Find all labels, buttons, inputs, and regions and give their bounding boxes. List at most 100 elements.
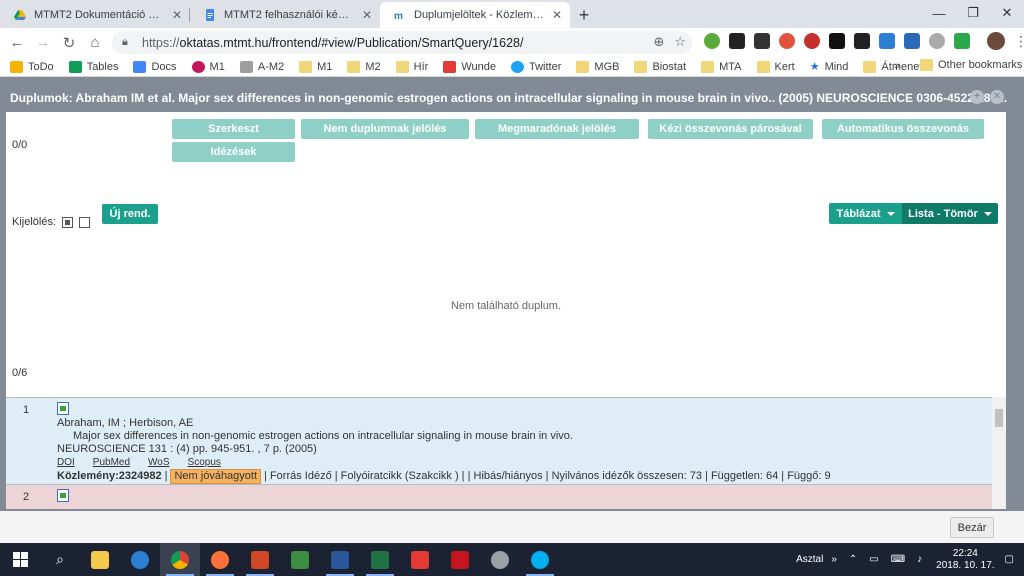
battery-icon[interactable]: ▭ [869,554,878,565]
taskbar-skype[interactable] [520,543,560,576]
bookmark-folder-hir[interactable]: Hír [395,60,428,73]
bookmark-tables[interactable]: Tables [68,60,118,73]
mark-keep-button[interactable]: Megmaradónak jelölés [475,119,639,139]
bookmark-folder-kert[interactable]: Kert [756,60,795,73]
volume-icon[interactable]: ♪ [917,554,922,565]
bookmark-docs[interactable]: Docs [133,60,177,73]
extension-pen-icon[interactable] [754,33,770,49]
records-scrollbar[interactable] [992,397,1006,509]
select-all-checkbox[interactable] [62,216,74,228]
taskbar-firefox[interactable] [200,543,240,576]
bookmark-a-m2[interactable]: A-M2 [239,60,284,73]
restore-icon[interactable]: ❐ [956,0,990,26]
taskbar-powerpoint[interactable] [240,543,280,576]
doi-link[interactable]: DOI [57,456,75,469]
home-icon[interactable]: ⌂ [82,30,108,56]
bookmarks-overflow-button[interactable]: » [894,60,900,72]
record-id: Közlemény:2324982 [57,470,162,482]
tab-mtmt2-manual[interactable]: MTMT2 felhasználói kézikönyv S ✕ [190,2,380,28]
profile-avatar[interactable] [987,32,1005,50]
app-icon [411,550,429,569]
taskbar-chrome[interactable] [160,543,200,576]
pubmed-link[interactable]: PubMed [93,456,130,469]
start-button[interactable] [0,543,40,576]
bookmark-m1[interactable]: M1 [191,60,225,73]
extension-play-icon[interactable] [804,33,820,49]
clock-time: 22:24 [952,547,978,559]
close-icon[interactable]: ✕ [172,8,182,22]
star-icon[interactable]: ☆ [674,34,686,50]
expand-icon[interactable]: + [970,90,984,104]
new-tab-button[interactable]: + [570,2,598,28]
minimize-icon[interactable]: — [922,0,956,26]
taskbar-app-tools[interactable] [480,543,520,576]
record-row[interactable]: 1 Abraham, IM ; Herbison, AE Major sex d… [6,397,992,484]
bookmark-wunde[interactable]: Wunde [443,60,496,73]
scopus-link[interactable]: Scopus [188,456,221,469]
browser-menu-icon[interactable]: ⋮ [1014,33,1024,50]
keyboard-icon[interactable]: ⌨ [891,554,905,565]
extension-red-icon[interactable] [779,33,795,49]
bookmark-folder-biostat[interactable]: Biostat [634,60,686,73]
close-button[interactable]: Bezár [950,517,994,538]
back-icon[interactable]: ← [4,30,30,56]
edit-button[interactable]: Szerkeszt [172,119,295,139]
mark-not-duplicate-button[interactable]: Nem duplumnak jelölés [301,119,469,139]
taskbar-explorer[interactable] [80,543,120,576]
extension-grid-icon[interactable] [904,33,920,49]
bookmark-folder-mta[interactable]: MTA [701,60,742,73]
close-window-icon[interactable]: ✕ [990,0,1024,26]
extension-headphones-icon[interactable] [929,33,945,49]
manual-merge-button[interactable]: Kézi összevonás párosával [648,119,813,139]
taskbar-acrobat[interactable] [440,543,480,576]
citations-button[interactable]: Idézések [172,142,295,162]
modal-footer: Bezár [0,511,1024,543]
select-none-checkbox[interactable] [79,216,91,228]
extension-check-icon[interactable] [954,33,970,49]
bookmark-folder-mgb[interactable]: MGB [576,60,619,73]
close-icon[interactable]: ✕ [990,90,1004,104]
reload-icon[interactable]: ↻ [56,30,82,56]
address-bar[interactable]: 🔒︎ https:// oktatas.mtmt.hu/frontend/#vi… [112,31,692,54]
taskbar-app-red[interactable] [400,543,440,576]
extension-g-icon[interactable] [829,33,845,49]
close-icon[interactable]: ✕ [362,8,372,22]
notifications-icon[interactable]: ▢ [1005,554,1014,565]
taskbar-app-blue[interactable] [120,543,160,576]
chevron-up-icon[interactable]: ⌃ [849,554,857,565]
auto-merge-button[interactable]: Automatikus összevonás [822,119,984,139]
taskbar-word[interactable] [320,543,360,576]
desktop-label[interactable]: Asztal [796,554,823,565]
bookmark-mind[interactable]: ★ Mind [810,60,849,74]
extension-tag-icon[interactable] [854,33,870,49]
extension-plus-icon[interactable] [704,33,720,49]
search-button[interactable]: ⌕ [40,543,80,576]
taskbar-app-green[interactable] [280,543,320,576]
bookmark-folder-m1[interactable]: M1 [299,60,332,73]
publication-icon[interactable] [57,489,69,502]
extension-d-icon[interactable] [729,33,745,49]
bookmark-folder-m2[interactable]: M2 [347,60,381,73]
tab-mtmt2-docs[interactable]: MTMT2 Dokumentáció – Google ✕ [0,2,190,28]
extension-feather-icon[interactable] [879,33,895,49]
bookmark-other[interactable]: Other bookmarks [920,59,1022,71]
expand-icon[interactable]: » [831,554,837,565]
bookmark-twitter[interactable]: Twitter [511,60,561,73]
close-icon[interactable]: ✕ [552,8,562,22]
folder-icon [91,550,109,569]
scrollbar-thumb[interactable] [995,409,1003,427]
list-view-dropdown[interactable]: Lista - Tömör [902,203,998,224]
bookmark-todo[interactable]: ToDo [10,60,54,73]
publication-icon[interactable] [57,402,69,415]
forward-icon[interactable]: → [30,30,56,56]
status-badge: Nem jóváhagyott [170,469,262,484]
tab-duplum[interactable]: m Duplumjelöltek - Közlemény - M ✕ [380,2,570,28]
taskbar-excel[interactable] [360,543,400,576]
clock-date: 2018. 10. 17. [936,559,995,571]
table-view-dropdown[interactable]: Táblázat [829,203,902,224]
new-sort-button[interactable]: Új rend. [102,204,158,224]
clock[interactable]: 22:24 2018. 10. 17. [936,548,994,572]
zoom-icon[interactable]: ⊕ [653,34,664,50]
record-row[interactable]: 2 [6,484,992,509]
wos-link[interactable]: WoS [148,456,170,469]
